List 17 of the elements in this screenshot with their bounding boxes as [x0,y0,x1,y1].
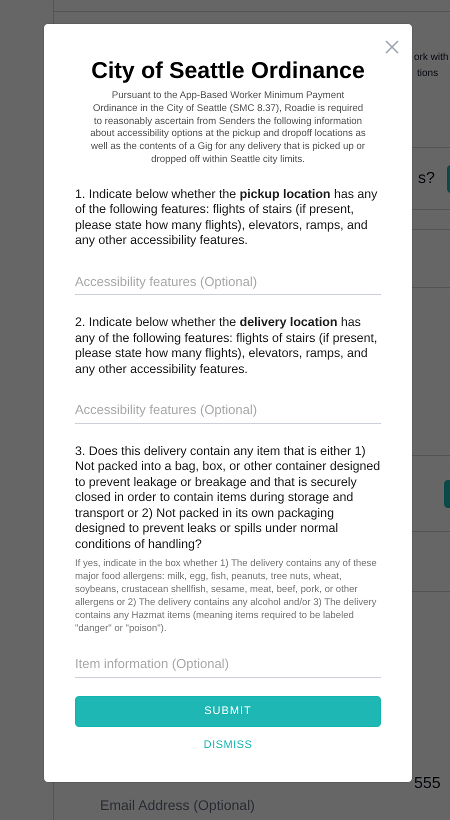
input-field[interactable]: Accessibility features (Optional) [75,268,381,296]
modal-title: City of Seattle Ordinance [90,56,366,84]
background-text: tions [416,67,440,81]
submit-button[interactable]: SUBMIT [75,696,381,727]
email-field[interactable]: Email Address (Optional) [100,797,255,813]
input-field[interactable]: Item information (Optional) [75,651,381,678]
question-text: 3. Does this delivery contain any item that is either 1) Not packed into a bag, box, or other container designed to prevent leakage or breakage and that is securely closed in order to contain items during storage and transport or 2) Not packed in its own packaging designed to prevent leaks or spills under normal conditions of handling? [75,444,381,552]
dismiss-link[interactable]: DISMISS [204,736,252,754]
intro-text: Pursuant to the App-Based Worker Minimum Payment Ordinance in the City of Seattle (SMC 8.37), Roadie is required to reasonably ascertain from Senders the following information about accessibility options at the pickup and dropoff locations as well as the contents of a Gig for any delivery that is picked up or dropped off within Seattle city limits. [89,90,367,167]
question-text: 2. Indicate below whether the delivery location has any of the following features: flights of stairs (if present, please state how many flights), elevators, ramps, and any other accessibility features. [75,315,378,378]
note-text: If yes, indicate in the box whether 1) The delivery contains any of these major food allergens: milk, egg, fish, peanuts, tree nuts, wheat, soybeans, crustacean shellfish, sesame, meat, beef, pork, or other allergens or 2) The delivery contains any alcohol and/or 3) The delivery contains any Hazmat items (meaning items required to be labeled "danger" or "poison"). [75,557,378,636]
question-text: 1. Indicate below whether the pickup location has any of the following features: flights of stairs (if present, please state how many flights), elevators, ramps, and any other accessibility features. [75,186,378,249]
input-field[interactable]: Accessibility features (Optional) [75,397,381,424]
close-icon[interactable] [385,40,399,54]
background-text: ork with [414,51,450,65]
background-text: 555 [414,774,441,794]
background-text: s? [418,168,435,188]
